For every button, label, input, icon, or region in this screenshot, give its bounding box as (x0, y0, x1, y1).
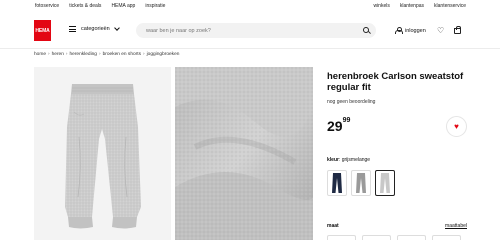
size-option[interactable] (397, 235, 426, 240)
product-title: herenbroek Carlson sweatstof regular fit (327, 71, 464, 93)
size-option[interactable] (327, 235, 356, 240)
breadcrumb: home › heren › herenkleding › broeken en sh… (34, 52, 180, 57)
breadcrumb-broeken-shorts[interactable]: broeken en shorts (103, 52, 141, 57)
link-hema-app[interactable]: HEMA app (111, 3, 135, 9)
link-klantenservice[interactable]: klantenservice (434, 3, 466, 9)
color-selection-label: kleur: grijsmelange (327, 157, 371, 163)
heart-filled-icon: ♥ (454, 122, 459, 131)
link-winkels[interactable]: winkels (373, 3, 389, 9)
wishlist-heart-icon[interactable]: ♡ (437, 27, 444, 35)
color-value: grijsmelange (341, 157, 371, 163)
utility-links-right: winkels klantenpas klantenservice (373, 3, 466, 9)
chevron-down-icon (113, 25, 120, 31)
link-inspiratie[interactable]: inspiratie (145, 3, 165, 9)
header-divider (0, 48, 500, 49)
utility-links-left: fotoservice tickets & deals HEMA app ins… (35, 3, 165, 9)
breadcrumb-herenkleding[interactable]: herenkleding (70, 52, 97, 57)
size-label: maat (327, 223, 339, 229)
search-input[interactable] (146, 27, 346, 35)
user-icon (395, 27, 403, 34)
pants-thumbnail-icon (356, 173, 366, 193)
add-to-wishlist-button[interactable]: ♥ (446, 116, 467, 137)
fabric-texture-illustration (175, 67, 313, 240)
product-image-main[interactable] (34, 67, 171, 240)
size-table-link[interactable]: maattabel (445, 223, 467, 229)
pants-thumbnail-icon (332, 173, 342, 193)
search-icon[interactable] (363, 27, 369, 33)
login-button[interactable]: inloggen (395, 27, 426, 34)
size-option[interactable] (432, 235, 461, 240)
breadcrumb-heren[interactable]: heren (52, 52, 64, 57)
main-header: HEMA categorieën inloggen ♡ (0, 14, 500, 48)
link-fotoservice[interactable]: fotoservice (35, 3, 59, 9)
swatch-grey[interactable] (351, 170, 371, 196)
breadcrumb-home[interactable]: home (34, 52, 46, 57)
top-utility-bar: fotoservice tickets & deals HEMA app ins… (0, 0, 500, 14)
product-price: 2999 (327, 117, 351, 134)
swatch-navy[interactable] (327, 170, 347, 196)
link-tickets-deals[interactable]: tickets & deals (69, 3, 101, 9)
pants-thumbnail-icon (380, 173, 390, 193)
categories-label: categorieën (81, 26, 110, 32)
breadcrumb-joggingbroeken[interactable]: joggingbroeken (147, 52, 180, 57)
size-option[interactable] (362, 235, 391, 240)
swatch-grijsmelange[interactable] (375, 170, 395, 196)
size-options (327, 235, 461, 240)
search-bar (136, 23, 376, 38)
price-euros: 29 (327, 118, 343, 134)
color-swatches (327, 170, 395, 196)
color-label: kleur (327, 157, 339, 163)
menu-icon (69, 26, 76, 32)
product-image-fabric-closeup[interactable] (175, 67, 313, 240)
sweatpants-illustration (65, 84, 141, 229)
hema-logo[interactable]: HEMA (34, 20, 51, 41)
link-klantenpas[interactable]: klantenpas (400, 3, 424, 9)
categories-button[interactable]: categorieën (69, 25, 120, 32)
product-rating[interactable]: nog geen beoordeling (327, 99, 375, 105)
shopping-bag-icon[interactable] (454, 26, 461, 34)
price-cents: 99 (342, 117, 351, 124)
login-label: inloggen (405, 27, 426, 34)
logo-text: HEMA (35, 27, 50, 34)
